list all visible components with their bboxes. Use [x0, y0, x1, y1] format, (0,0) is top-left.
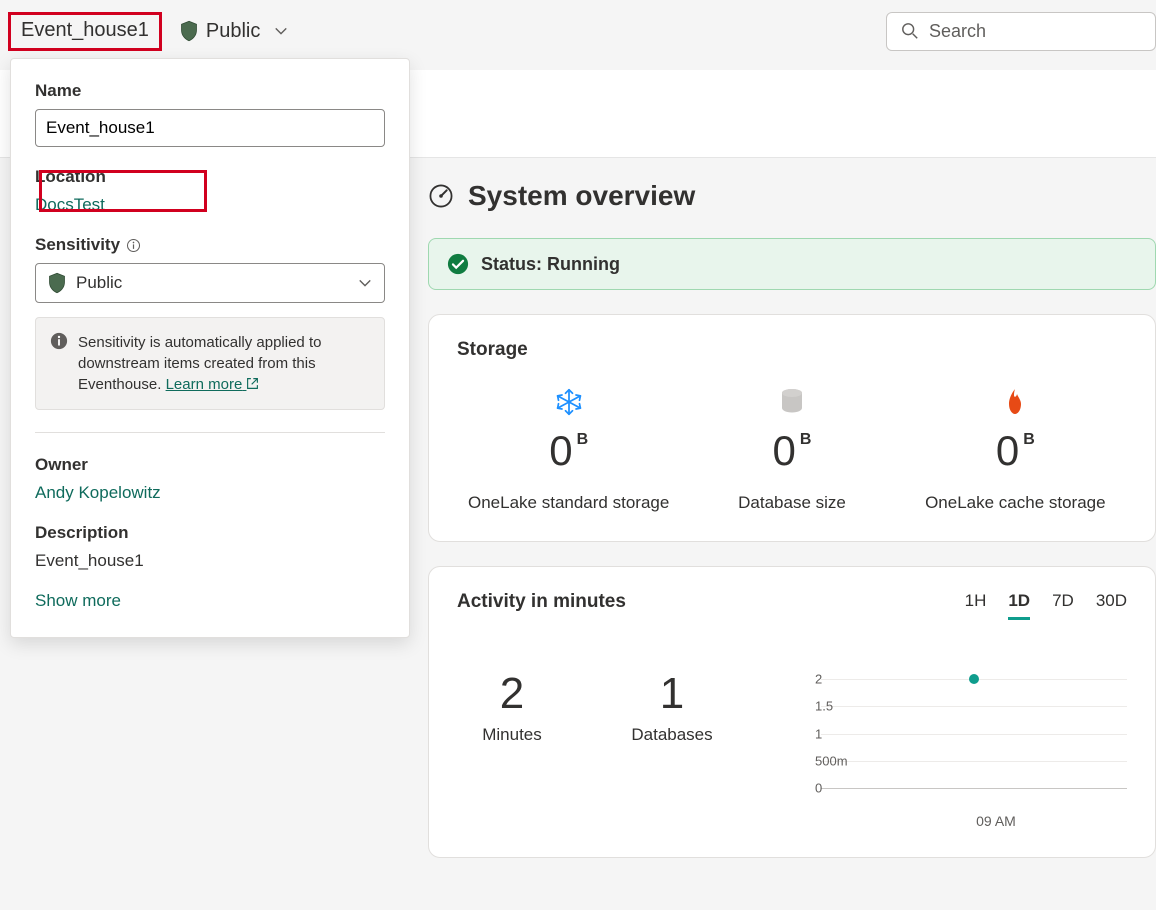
range-tab-7d[interactable]: 7D — [1052, 591, 1074, 620]
status-banner: Status: Running — [428, 238, 1156, 290]
name-input[interactable] — [35, 109, 385, 147]
database-icon — [780, 388, 804, 416]
stat-value: 1 — [617, 669, 727, 719]
storage-card: Storage 0B OneLa — [428, 314, 1156, 542]
sensitivity-value: Public — [76, 273, 122, 293]
storage-unit: B — [800, 431, 812, 448]
stat-value: 2 — [457, 669, 567, 719]
x-tick: 09 AM — [976, 813, 1016, 829]
sensitivity-select[interactable]: Public — [35, 263, 385, 303]
activity-title: Activity in minutes — [457, 591, 626, 613]
storage-label: Database size — [680, 493, 903, 513]
show-more-link[interactable]: Show more — [35, 591, 385, 611]
search-placeholder: Search — [929, 21, 986, 42]
check-circle-icon — [447, 253, 469, 275]
range-tab-1h[interactable]: 1H — [965, 591, 987, 620]
snowflake-icon — [555, 388, 583, 416]
shield-icon — [180, 20, 198, 42]
storage-onelake-cache: 0B OneLake cache storage — [904, 387, 1127, 513]
range-tab-1d[interactable]: 1D — [1008, 591, 1030, 620]
storage-unit: B — [1023, 431, 1035, 448]
activity-minutes-stat: 2 Minutes — [457, 669, 567, 745]
activity-chart: 2 1.5 1 500m 0 09 AM — [777, 669, 1127, 829]
status-text: Status: Running — [481, 254, 620, 275]
storage-value: 0 — [773, 427, 796, 475]
panel-divider — [35, 432, 385, 433]
stat-label: Minutes — [457, 725, 567, 745]
gauge-icon — [428, 183, 454, 209]
location-link[interactable]: DocsTest — [35, 195, 385, 215]
owner-field-label: Owner — [35, 455, 385, 475]
time-range-tabs: 1H 1D 7D 30D — [965, 591, 1127, 620]
chevron-down-icon — [274, 24, 288, 38]
name-field-label: Name — [35, 81, 385, 101]
properties-panel: Name Location DocsTest Sensitivity Publi… — [10, 58, 410, 638]
overview-title: System overview — [468, 180, 695, 212]
main-content: System overview Status: Running Storage — [428, 180, 1156, 882]
info-icon — [50, 332, 68, 350]
storage-database-size: 0B Database size — [680, 387, 903, 513]
range-tab-30d[interactable]: 30D — [1096, 591, 1127, 620]
storage-label: OneLake cache storage — [904, 493, 1127, 513]
stat-label: Databases — [617, 725, 727, 745]
location-field-label: Location — [35, 167, 385, 187]
eventhouse-title[interactable]: Event_house1 — [8, 12, 162, 51]
sensitivity-field-label: Sensitivity — [35, 235, 385, 255]
storage-title: Storage — [457, 339, 1127, 361]
storage-value: 0 — [996, 427, 1019, 475]
shield-icon — [48, 272, 66, 294]
external-link-icon — [246, 377, 259, 390]
storage-label: OneLake standard storage — [457, 493, 680, 513]
storage-onelake-standard: 0B OneLake standard storage — [457, 387, 680, 513]
sensitivity-label: Public — [206, 20, 260, 43]
owner-link[interactable]: Andy Kopelowitz — [35, 483, 385, 503]
search-icon — [901, 22, 919, 40]
top-bar: Event_house1 Public Search — [0, 0, 1156, 62]
chart-plot-area: 2 1.5 1 500m 0 — [821, 679, 1127, 789]
storage-value: 0 — [549, 427, 572, 475]
activity-card: Activity in minutes 1H 1D 7D 30D 2 Minut… — [428, 566, 1156, 858]
chart-point — [969, 674, 979, 684]
flame-icon — [1004, 388, 1026, 416]
storage-unit: B — [577, 431, 589, 448]
info-icon[interactable] — [126, 238, 141, 253]
description-value: Event_house1 — [35, 551, 385, 571]
description-field-label: Description — [35, 523, 385, 543]
search-input[interactable]: Search — [886, 12, 1156, 51]
sensitivity-info-box: Sensitivity is automatically applied to … — [35, 317, 385, 410]
activity-databases-stat: 1 Databases — [617, 669, 727, 745]
sensitivity-dropdown[interactable]: Public — [180, 20, 288, 43]
chevron-down-icon — [358, 276, 372, 290]
learn-more-link[interactable]: Learn more — [166, 376, 260, 393]
